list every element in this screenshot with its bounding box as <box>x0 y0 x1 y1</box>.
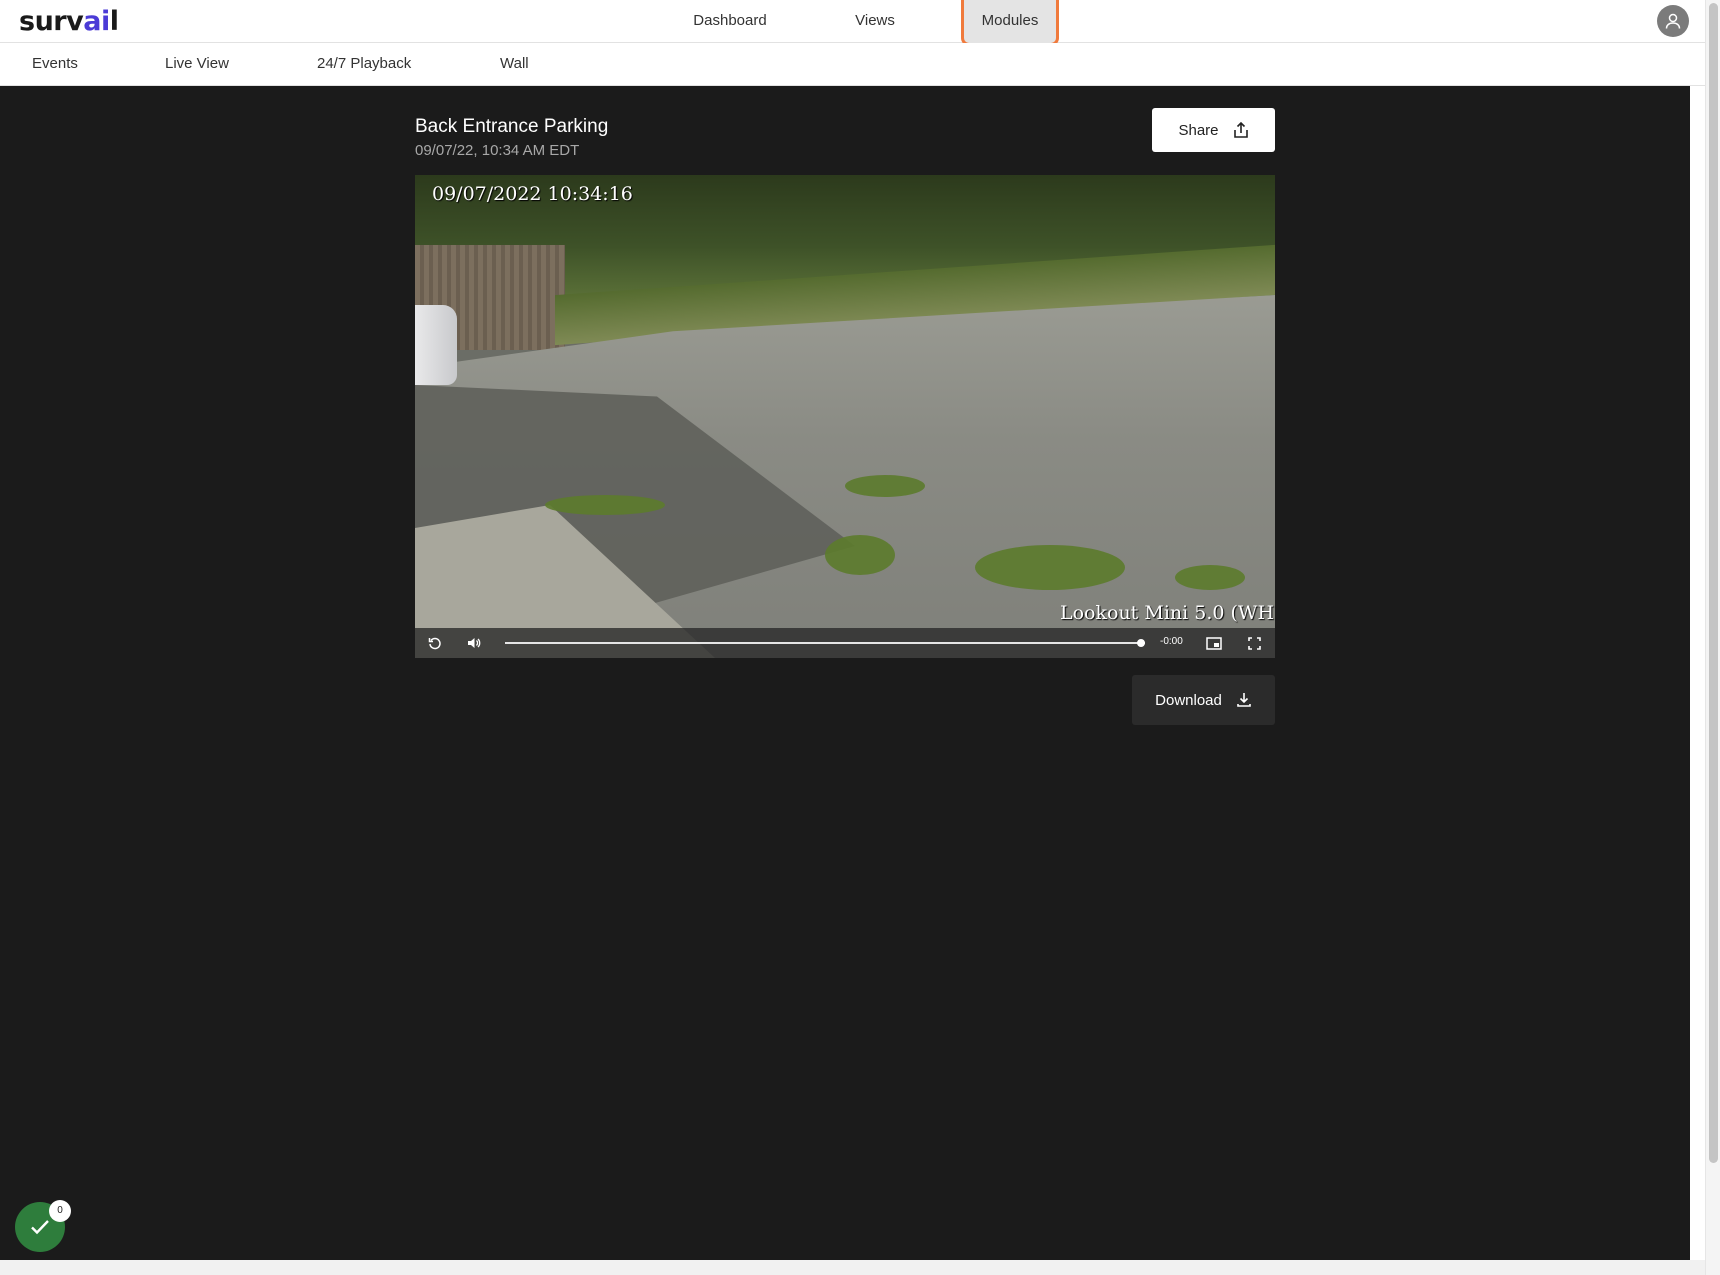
camera-title: Back Entrance Parking <box>415 116 609 137</box>
subnav-wall[interactable]: Wall <box>500 43 529 85</box>
subnav-24-7-playback[interactable]: 24/7 Playback <box>317 43 411 85</box>
picture-in-picture-icon[interactable] <box>1204 633 1224 653</box>
video-progress-bar[interactable] <box>505 639 1145 647</box>
video-frame-weed <box>545 495 665 515</box>
page-scrollbar[interactable] <box>1705 0 1720 1275</box>
remaining-time: -0:00 <box>1160 636 1183 647</box>
nav-views[interactable]: Views <box>845 0 905 43</box>
nav-dashboard[interactable]: Dashboard <box>685 0 775 43</box>
top-navigation-bar: survail Dashboard Views Modules <box>0 0 1705 46</box>
share-icon <box>1233 121 1248 138</box>
person-icon <box>1665 13 1681 29</box>
subnav-events[interactable]: Events <box>32 43 78 85</box>
video-osd-timestamp: 09/07/2022 10:34:16 <box>432 183 633 205</box>
download-label: Download <box>1155 691 1222 709</box>
nav-modules[interactable]: Modules <box>961 0 1059 46</box>
video-frame-car <box>415 305 457 385</box>
video-frame-weed <box>975 545 1125 590</box>
check-icon <box>31 1220 49 1235</box>
volume-icon[interactable] <box>464 633 484 653</box>
video-controls: -0:00 <box>415 628 1275 658</box>
video-player[interactable]: 09/07/2022 10:34:16 Lookout Mini 5.0 (WH… <box>415 175 1275 658</box>
download-icon <box>1237 693 1251 707</box>
download-button[interactable]: Download <box>1132 675 1275 725</box>
scrollbar-thumb[interactable] <box>1709 3 1718 1163</box>
share-label: Share <box>1178 121 1219 139</box>
main-content: Back Entrance Parking 09/07/22, 10:34 AM… <box>0 86 1690 1260</box>
user-avatar-icon[interactable] <box>1657 5 1689 37</box>
share-button[interactable]: Share <box>1152 108 1275 152</box>
video-frame-weed <box>845 475 925 497</box>
video-frame-weed <box>1175 565 1245 590</box>
fullscreen-icon[interactable] <box>1244 633 1264 653</box>
camera-timestamp: 09/07/22, 10:34 AM EDT <box>415 142 580 159</box>
video-osd-camera-model: Lookout Mini 5.0 (WH <box>1060 602 1275 624</box>
replay-icon[interactable] <box>425 633 445 653</box>
page-footer-strip <box>0 1260 1705 1275</box>
sub-navigation-bar: Events Live View 24/7 Playback Wall <box>0 43 1705 86</box>
progress-handle[interactable] <box>1137 639 1145 647</box>
video-frame-weed <box>825 535 895 575</box>
subnav-live-view[interactable]: Live View <box>165 43 229 85</box>
status-count-badge: 0 <box>49 1200 71 1222</box>
survail-logo[interactable]: survail <box>19 6 119 37</box>
